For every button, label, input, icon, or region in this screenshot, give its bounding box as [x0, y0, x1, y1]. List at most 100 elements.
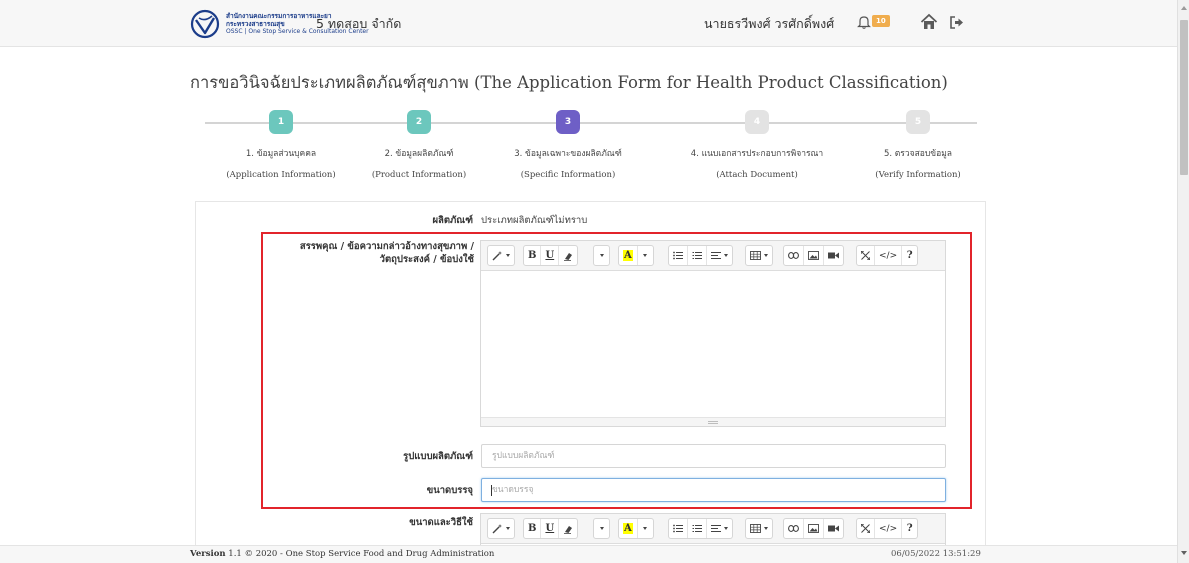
video-button[interactable] — [824, 246, 843, 265]
table-group — [745, 245, 773, 266]
chevron-down-icon — [724, 527, 728, 530]
wizard-step-number[interactable]: 1 — [269, 110, 293, 134]
magic-style-button[interactable] — [488, 246, 514, 265]
page-footer: Version 1.1 © 2020 - One Stop Service Fo… — [0, 545, 1177, 563]
chevron-down-icon — [764, 527, 768, 530]
chevron-down-icon — [724, 254, 728, 257]
table-group — [745, 518, 773, 539]
font-size-dropdown[interactable] — [594, 519, 609, 538]
unordered-list-button[interactable] — [669, 246, 688, 265]
unordered-list-icon — [673, 524, 683, 533]
wizard-step-label: 5. ตรวจสอบข้อมูล — [883, 149, 953, 159]
editor-content-area[interactable] — [481, 271, 945, 426]
paragraph-align-icon — [711, 252, 721, 259]
bold-button[interactable]: B — [524, 246, 542, 265]
text-color-icon: A — [623, 250, 633, 261]
ordered-list-button[interactable] — [688, 246, 707, 265]
style-group — [487, 518, 515, 539]
link-button[interactable] — [784, 246, 804, 265]
eraser-icon — [564, 525, 573, 534]
picture-button[interactable] — [804, 246, 824, 265]
text-cursor — [491, 485, 492, 496]
text-color-button[interactable]: A — [619, 246, 638, 265]
link-icon — [788, 525, 799, 532]
wizard-step-number[interactable]: 2 — [407, 110, 431, 134]
fullscreen-icon — [861, 524, 870, 533]
table-icon — [750, 524, 761, 533]
editor-resize-handle[interactable] — [481, 417, 945, 426]
chevron-down-icon — [643, 254, 648, 257]
misc-group: </> ? — [856, 518, 919, 539]
underline-button[interactable]: U — [541, 246, 560, 265]
user-name[interactable]: นายธรวีพงศ์ วรศักดิ์พงศ์ — [704, 14, 834, 34]
version-text: 1.1 © 2020 - One Stop Service Food and D… — [228, 549, 495, 559]
chevron-down-icon — [599, 254, 604, 257]
style-group — [487, 245, 515, 266]
eraser-button[interactable] — [559, 519, 577, 538]
wizard-step-number[interactable]: 5 — [906, 110, 930, 134]
paragraph-align-button[interactable] — [707, 519, 732, 538]
page-title: การขอวินิจฉัยประเภทผลิตภัณฑ์สุขภาพ (The … — [190, 73, 948, 92]
bell-icon[interactable] — [856, 14, 872, 30]
text-color-dropdown[interactable] — [638, 519, 653, 538]
code-view-button[interactable]: </> — [875, 519, 903, 538]
scroll-down-arrow-icon[interactable] — [1181, 551, 1187, 555]
picture-button[interactable] — [804, 519, 824, 538]
color-group: A — [618, 245, 654, 266]
video-icon — [828, 252, 839, 259]
scroll-thumb[interactable] — [1180, 20, 1188, 175]
ordered-list-button[interactable] — [688, 519, 707, 538]
code-view-button[interactable]: </> — [875, 246, 903, 265]
help-button[interactable]: ? — [902, 246, 917, 265]
wizard-step-3[interactable]: 3 3. ข้อมูลเฉพาะของผลิตภัณฑ์ (Specific Inf… — [468, 110, 668, 180]
wizard-step-label: 3. ข้อมูลเฉพาะของผลิตภัณฑ์ — [514, 149, 622, 159]
font-size-group — [593, 245, 610, 266]
bold-button[interactable]: B — [524, 519, 542, 538]
logout-icon[interactable] — [948, 14, 965, 31]
text-color-dropdown[interactable] — [638, 246, 653, 265]
misc-group: </> ? — [856, 245, 919, 266]
magic-icon — [492, 524, 502, 534]
underline-button[interactable]: U — [541, 519, 560, 538]
font-size-dropdown[interactable] — [594, 246, 609, 265]
paragraph-group — [668, 518, 733, 539]
package-size-input[interactable] — [481, 478, 946, 502]
fullscreen-button[interactable] — [857, 246, 875, 265]
properties-label-line2: วัตถุประสงค์ / ข้อบ่งใช้ — [379, 254, 474, 265]
help-button[interactable]: ? — [902, 519, 917, 538]
scroll-up-arrow-icon[interactable] — [1181, 6, 1187, 10]
table-button[interactable] — [746, 519, 772, 538]
wizard-step-5[interactable]: 5 5. ตรวจสอบข้อมูล (Verify Information) — [818, 110, 1018, 180]
text-color-icon: A — [623, 523, 633, 534]
video-icon — [828, 525, 839, 532]
wizard-step-number[interactable]: 3 — [556, 110, 580, 134]
picture-icon — [808, 251, 819, 260]
fda-logo-icon — [190, 9, 220, 39]
top-navbar: สำนักงานคณะกรรมการอาหารและยา กระทรวงสาธา… — [0, 0, 1177, 47]
font-group: B U — [523, 518, 579, 539]
unordered-list-button[interactable] — [669, 519, 688, 538]
magic-style-button[interactable] — [488, 519, 514, 538]
page-scrollbar[interactable] — [1177, 0, 1189, 563]
ordered-list-icon — [692, 525, 702, 532]
link-icon — [788, 252, 799, 259]
text-color-button[interactable]: A — [619, 519, 638, 538]
fullscreen-button[interactable] — [857, 519, 875, 538]
app-window: สำนักงานคณะกรรมการอาหารและยา กระทรวงสาธา… — [0, 0, 1189, 563]
package-size-label: ขนาดบรรจุ — [426, 485, 473, 496]
wizard-step-sublabel: (Verify Information) — [875, 170, 961, 180]
eraser-button[interactable] — [559, 246, 577, 265]
link-button[interactable] — [784, 519, 804, 538]
video-button[interactable] — [824, 519, 843, 538]
product-value: ประเภทผลิตภัณฑ์ไม่ทราบ — [481, 215, 588, 226]
home-icon[interactable] — [920, 13, 938, 31]
paragraph-align-button[interactable] — [707, 246, 732, 265]
table-button[interactable] — [746, 246, 772, 265]
chevron-down-icon — [506, 527, 510, 530]
insert-group — [783, 245, 844, 266]
chevron-down-icon — [506, 254, 510, 257]
wizard-step-number[interactable]: 4 — [745, 110, 769, 134]
notification-badge[interactable]: 10 — [872, 15, 890, 27]
product-form-input[interactable] — [481, 444, 946, 468]
properties-label-line1: สรรพคุณ / ข้อความกล่าวอ้างทางสุขภาพ / — [299, 241, 474, 252]
